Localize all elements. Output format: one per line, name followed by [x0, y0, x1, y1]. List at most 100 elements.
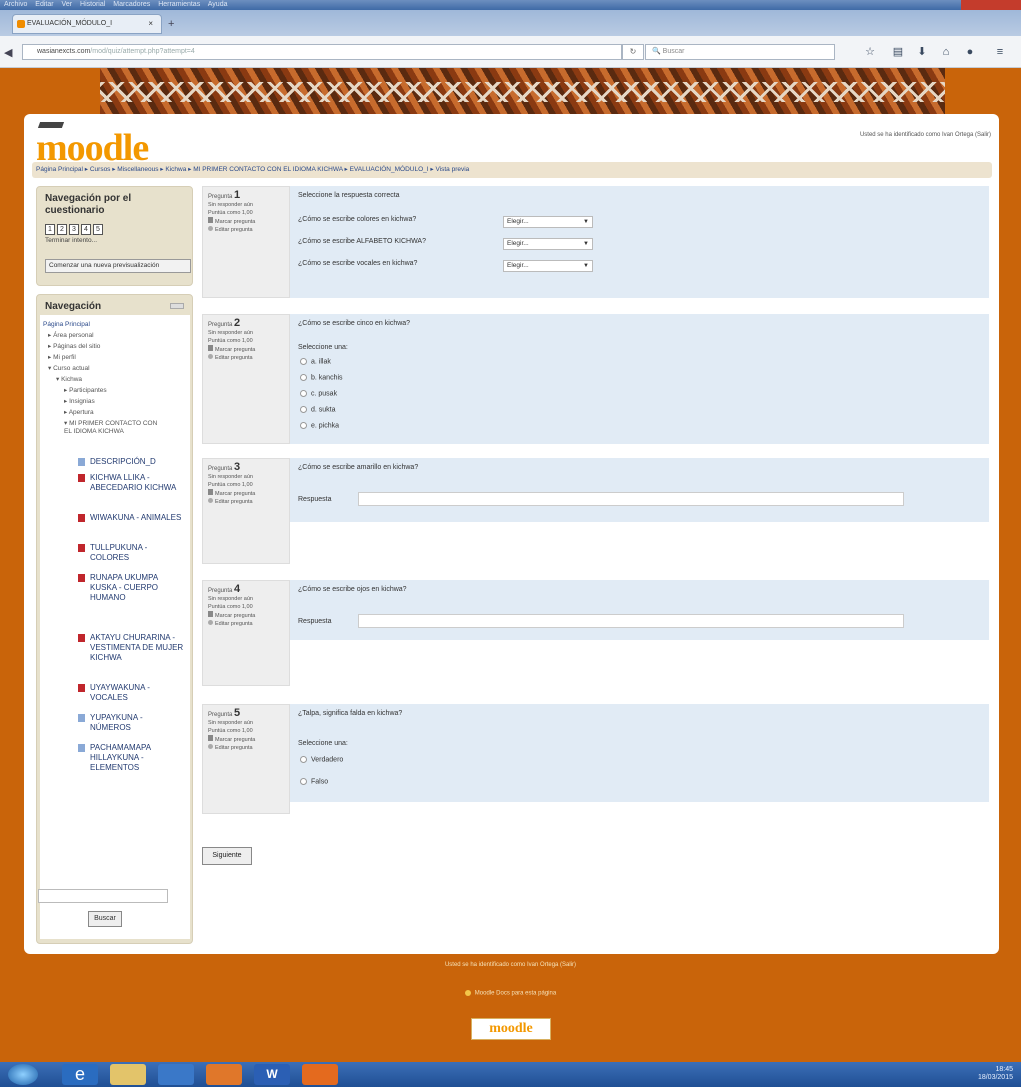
menu-ayuda[interactable]: Ayuda [208, 1, 228, 8]
file-explorer-icon[interactable] [110, 1064, 146, 1085]
nav-my-profile[interactable]: ▸ Mi perfil [48, 354, 76, 362]
nav-participants[interactable]: ▸ Participantes [64, 387, 107, 395]
match-select[interactable]: Elegir... ▼ [503, 238, 593, 250]
edit-question-link[interactable]: Editar pregunta [208, 354, 284, 362]
nav-site-pages[interactable]: ▸ Páginas del sitio [48, 343, 100, 351]
new-preview-button[interactable]: Comenzar una nueva previsualización [45, 259, 191, 273]
nav-section-first-contact[interactable]: ▾ MI PRIMER CONTACTO CON EL IDIOMA KICHW… [64, 420, 159, 436]
nav-resource-animals[interactable]: WIWAKUNA - ANIMALES [78, 513, 185, 523]
edit-question-link[interactable]: Editar pregunta [208, 498, 284, 506]
quiz-nav-button-1[interactable]: 1 [45, 224, 55, 235]
clock-date: 18/03/2015 [977, 1074, 1013, 1081]
radio-option-false[interactable]: Falso [300, 778, 328, 785]
radio-option[interactable]: e. pichka [300, 422, 339, 429]
nav-resource-clothing[interactable]: AKTAYU CHURARINA - VESTIMENTA DE MUJER K… [78, 633, 185, 663]
footer-login-info[interactable]: Usted se ha identificado como Ivan Orteg… [0, 962, 1021, 968]
radio-option[interactable]: d. sukta [300, 406, 336, 413]
question-score: Puntúa como 1,00 [208, 482, 253, 488]
answer-label: Respuesta [298, 496, 332, 503]
flag-icon [208, 489, 213, 495]
menu-historial[interactable]: Historial [80, 1, 105, 8]
question-score: Puntúa como 1,00 [208, 210, 253, 216]
menu-marcadores[interactable]: Marcadores [113, 1, 150, 8]
search-courses-input[interactable] [38, 889, 168, 903]
question-content-2: ¿Cómo se escribe cinco en kichwa? Selecc… [290, 314, 989, 444]
question-score: Puntúa como 1,00 [208, 338, 253, 344]
nav-opening[interactable]: ▸ Apertura [64, 409, 94, 417]
menu-archivo[interactable]: Archivo [4, 1, 27, 8]
home-icon[interactable]: ⌂ [938, 44, 954, 60]
tab-title: EVALUACIÓN_MÓDULO_I [27, 20, 113, 27]
document-icon [78, 458, 85, 466]
finish-attempt-link[interactable]: Terminar intento... [45, 237, 97, 244]
internet-explorer-icon[interactable]: e [62, 1064, 98, 1085]
flag-question-link[interactable]: Marcar pregunta [208, 611, 284, 620]
browser-search-input[interactable]: 🔍 Buscar [645, 44, 835, 60]
radio-option[interactable]: c. pusak [300, 390, 337, 397]
new-tab-icon[interactable]: + [168, 18, 182, 32]
tab-strip: EVALUACIÓN_MÓDULO_I × + [0, 10, 1021, 36]
nav-current-course[interactable]: ▾ Curso actual [48, 365, 90, 373]
edit-question-link[interactable]: Editar pregunta [208, 620, 284, 628]
url-bar[interactable]: wasianexcts.com/mod/quiz/attempt.php?att… [22, 44, 622, 60]
start-button-icon[interactable] [8, 1064, 38, 1085]
question-prompt: ¿Cómo se escribe amarillo en kichwa? [298, 464, 419, 471]
breadcrumb[interactable]: Página Principal ▸ Cursos ▸ Miscellaneou… [32, 162, 992, 178]
question-status: Sin responder aún [208, 720, 253, 726]
nav-resource-elements[interactable]: PACHAMAMAPA HILLAYKUNA - ELEMENTOS [78, 743, 185, 773]
select-one-label: Seleccione una: [298, 344, 348, 351]
nav-resource-vowels[interactable]: UYAYWAKUNA - VOCALES [78, 683, 185, 703]
word-icon[interactable]: W [254, 1064, 290, 1085]
answer-input[interactable] [358, 614, 904, 628]
match-select[interactable]: Elegir... ▼ [503, 260, 593, 272]
flag-question-link[interactable]: Marcar pregunta [208, 735, 284, 744]
nav-personal-area[interactable]: ▸ Área personal [48, 332, 94, 340]
next-page-button[interactable]: Siguiente [202, 847, 252, 865]
match-select[interactable]: Elegir... ▼ [503, 216, 593, 228]
nav-resource-alphabet[interactable]: KICHWA LLIKA - ABECEDARIO KICHWA [78, 473, 185, 493]
flag-question-link[interactable]: Marcar pregunta [208, 345, 284, 354]
answer-input[interactable] [358, 492, 904, 506]
quiz-nav-button-2[interactable]: 2 [57, 224, 67, 235]
footer-moodle-logo[interactable]: moodle [471, 1018, 551, 1040]
nav-kichwa[interactable]: ▾ Kichwa [56, 376, 82, 384]
bookmark-star-icon[interactable]: ☆ [862, 44, 878, 60]
login-info[interactable]: Usted se ha identificado como Ivan Orteg… [860, 132, 991, 138]
menu-ver[interactable]: Ver [62, 1, 73, 8]
media-player-icon[interactable] [206, 1064, 242, 1085]
question-status: Sin responder aún [208, 202, 253, 208]
flag-question-link[interactable]: Marcar pregunta [208, 217, 284, 226]
search-button[interactable]: Buscar [88, 911, 122, 927]
radio-option-true[interactable]: Verdadero [300, 756, 343, 763]
moodle-docs-link[interactable]: Moodle Docs para esta página [0, 990, 1021, 997]
quiz-nav-button-4[interactable]: 4 [81, 224, 91, 235]
hamburger-menu-icon[interactable]: ≡ [992, 44, 1008, 60]
nav-resource-colors[interactable]: TULLPUKUNA - COLORES [78, 543, 185, 563]
nav-home[interactable]: Página Principal [43, 321, 90, 329]
firefox-icon[interactable] [302, 1064, 338, 1085]
nav-resource-numbers[interactable]: YUPAYKUNA - NÚMEROS [78, 713, 185, 733]
system-tray[interactable]: 18:45 18/03/2015 [978, 1066, 1013, 1082]
chat-icon[interactable]: ● [962, 44, 978, 60]
radio-option[interactable]: b. kanchis [300, 374, 343, 381]
back-icon[interactable]: ◀ [4, 46, 12, 59]
block-controls-icon[interactable] [170, 303, 184, 309]
reload-icon[interactable]: ↻ [622, 44, 644, 60]
edit-question-link[interactable]: Editar pregunta [208, 744, 284, 752]
bookmarks-list-icon[interactable]: ▤ [890, 44, 906, 60]
browser-tab[interactable]: EVALUACIÓN_MÓDULO_I × [12, 14, 162, 34]
app-icon[interactable] [158, 1064, 194, 1085]
nav-resource-body[interactable]: RUNAPA UKUMPA KUSKA - CUERPO HUMANO [78, 573, 185, 603]
quiz-nav-button-3[interactable]: 3 [69, 224, 79, 235]
close-tab-icon[interactable]: × [148, 15, 153, 33]
nav-badges[interactable]: ▸ Insignias [64, 398, 95, 406]
menu-editar[interactable]: Editar [35, 1, 53, 8]
download-icon[interactable]: ⬇ [914, 44, 930, 60]
nav-resource-description[interactable]: DESCRIPCIÓN_D [78, 457, 185, 467]
radio-option[interactable]: a. illak [300, 358, 331, 365]
window-controls[interactable] [961, 0, 1021, 10]
flag-question-link[interactable]: Marcar pregunta [208, 489, 284, 498]
quiz-nav-button-5[interactable]: 5 [93, 224, 103, 235]
menu-herramientas[interactable]: Herramientas [158, 1, 200, 8]
edit-question-link[interactable]: Editar pregunta [208, 226, 284, 234]
